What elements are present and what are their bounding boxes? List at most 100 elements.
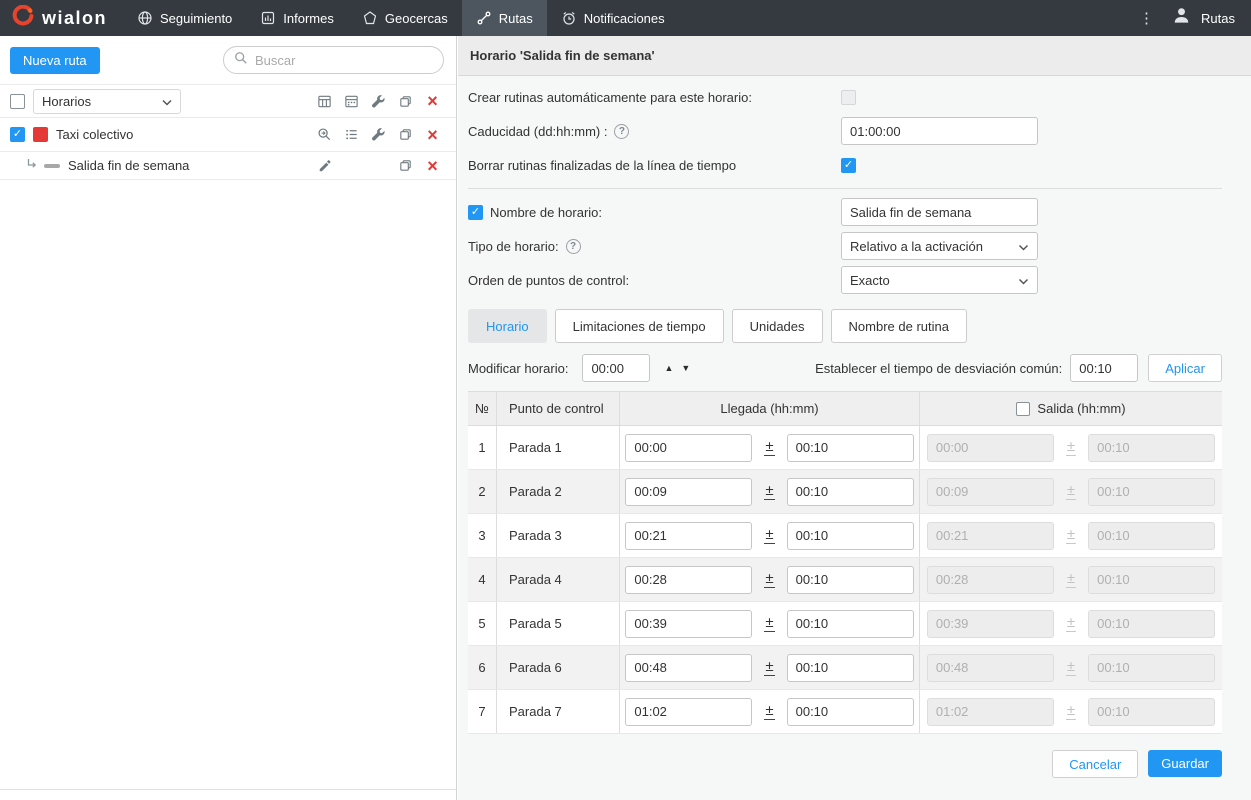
select-all-checkbox[interactable] (10, 93, 25, 109)
arrival-deviation-input[interactable] (786, 697, 914, 726)
route-checkbox[interactable]: ✓ (10, 127, 25, 142)
report-chart-icon (260, 10, 276, 26)
routes-sidebar: Nueva ruta Horarios × ✓ Taxi colectivo (0, 36, 457, 800)
search-input[interactable] (255, 52, 433, 68)
row-number: 7 (468, 690, 497, 733)
nav-geocercas[interactable]: Geocercas (348, 0, 462, 36)
remove-finished-checkbox[interactable]: ✓ (841, 157, 856, 173)
arrival-deviation-input[interactable] (786, 653, 914, 682)
arrival-time-input[interactable] (625, 609, 753, 638)
departure-time-input (926, 697, 1054, 726)
row-number: 3 (468, 514, 497, 557)
schedule-name-row: ✓ Nombre de horario: (468, 195, 1222, 229)
arrival-time-input[interactable] (625, 433, 753, 462)
calendar-view-icon[interactable] (338, 90, 365, 112)
deviation-toggle-icon[interactable]: ± (764, 659, 775, 676)
search-box (223, 46, 444, 74)
arrival-time-input[interactable] (625, 477, 753, 506)
deviation-toggle-icon[interactable]: ± (764, 483, 775, 500)
edit-pencil-icon[interactable] (311, 155, 338, 177)
schedule-name-checkbox[interactable]: ✓ (468, 204, 483, 220)
col-header-point: Punto de control (497, 392, 620, 425)
locate-search-icon[interactable] (311, 124, 338, 146)
arrival-time-input[interactable] (625, 653, 753, 682)
save-button[interactable]: Guardar (1148, 750, 1222, 777)
delete-all-icon[interactable]: × (419, 90, 446, 112)
copy-icon[interactable] (392, 155, 419, 177)
deviation-toggle-icon[interactable]: ± (764, 527, 775, 544)
nav-seguimiento[interactable]: Seguimiento (123, 0, 246, 36)
nav-rutas[interactable]: Rutas (461, 0, 547, 36)
arrival-deviation-input[interactable] (786, 521, 914, 550)
control-point-name: Parada 1 (497, 426, 620, 469)
deviation-toggle-icon[interactable]: ± (764, 439, 775, 456)
arrival-deviation-input[interactable] (786, 477, 914, 506)
chevron-down-icon (1018, 239, 1029, 254)
increase-time-icon[interactable]: ▲ (660, 363, 677, 373)
deviation-toggle-icon[interactable]: ± (764, 703, 775, 720)
new-route-button[interactable]: Nueva ruta (10, 46, 100, 74)
panel-title: Horario 'Salida fin de semana' (458, 36, 1251, 76)
delete-route-icon[interactable]: × (419, 124, 446, 146)
arrival-time-input[interactable] (625, 697, 753, 726)
alarm-clock-icon (561, 10, 577, 26)
arrival-time-input[interactable] (625, 521, 753, 550)
order-label: Orden de puntos de control: (468, 272, 630, 288)
order-select[interactable]: Exacto (841, 266, 1038, 294)
topbar-right: ⋮ Rutas (1127, 6, 1251, 30)
user-icon[interactable] (1172, 6, 1191, 30)
help-icon[interactable]: ? (614, 123, 630, 139)
deviation-toggle-icon[interactable]: ± (764, 615, 775, 632)
empty-slot (365, 155, 392, 177)
modify-schedule-input[interactable] (582, 354, 651, 382)
arrival-time-input[interactable] (625, 565, 753, 594)
arrival-deviation-input[interactable] (786, 433, 914, 462)
copy-icon[interactable] (392, 90, 419, 112)
tab-horario[interactable]: Horario (468, 309, 547, 343)
wrench-icon[interactable] (365, 124, 392, 146)
route-color-swatch[interactable] (33, 127, 48, 142)
tab-unidades[interactable]: Unidades (731, 309, 823, 343)
schedule-type-select[interactable]: Relativo a la activación (841, 232, 1038, 260)
arrival-deviation-input[interactable] (786, 565, 914, 594)
nav-notificaciones[interactable]: Notificaciones (547, 0, 679, 36)
user-menu-label[interactable]: Rutas (1201, 11, 1235, 26)
schedule-name-label: Nombre de horario: (490, 204, 602, 220)
cancel-button[interactable]: Cancelar (1052, 750, 1139, 778)
nav-seguimiento-label: Seguimiento (160, 10, 233, 26)
list-header-icons: × (311, 90, 446, 112)
departure-column-checkbox[interactable] (1016, 401, 1031, 416)
table-row: 3 Parada 3 ± ± (468, 514, 1222, 558)
tab-nombre-rutina[interactable]: Nombre de rutina (830, 309, 967, 343)
tab-limitaciones[interactable]: Limitaciones de tiempo (554, 309, 724, 343)
expiration-input[interactable] (841, 117, 1038, 145)
schedule-name: Salida fin de semana (68, 158, 190, 173)
deviation-toggle-icon: ± (1065, 525, 1077, 544)
list-type-dropdown[interactable]: Horarios (33, 88, 181, 114)
table-row: 1 Parada 1 ± ± (468, 426, 1222, 470)
help-icon[interactable]: ? (565, 238, 581, 254)
nav-informes[interactable]: Informes (246, 0, 348, 36)
kebab-menu-icon[interactable]: ⋮ (1127, 9, 1166, 27)
apply-button[interactable]: Aplicar (1148, 354, 1222, 382)
tree-elbow-icon (26, 157, 38, 175)
timeline-view-icon[interactable] (311, 90, 338, 112)
common-deviation-input[interactable] (1070, 354, 1139, 382)
deviation-toggle-icon[interactable]: ± (764, 571, 775, 588)
schedule-type-value: Relativo a la activación (850, 238, 983, 254)
empty-slot (338, 155, 365, 177)
schedule-name-input[interactable] (841, 198, 1038, 226)
arrival-deviation-input[interactable] (786, 609, 914, 638)
decrease-time-icon[interactable]: ▼ (677, 363, 694, 373)
copy-icon[interactable] (392, 124, 419, 146)
col-header-num: № (468, 392, 497, 425)
deviation-toggle-icon: ± (1065, 437, 1077, 456)
properties-list-icon[interactable] (338, 124, 365, 146)
delete-schedule-icon[interactable]: × (419, 155, 446, 177)
deviation-toggle-icon: ± (1065, 613, 1077, 632)
departure-time-input (926, 609, 1054, 638)
modify-schedule-label: Modificar horario: (468, 360, 569, 376)
wrench-icon[interactable] (365, 90, 392, 112)
common-deviation-label: Establecer el tiempo de desviación común… (815, 360, 1063, 376)
wialon-logo[interactable]: wialon (0, 0, 123, 36)
